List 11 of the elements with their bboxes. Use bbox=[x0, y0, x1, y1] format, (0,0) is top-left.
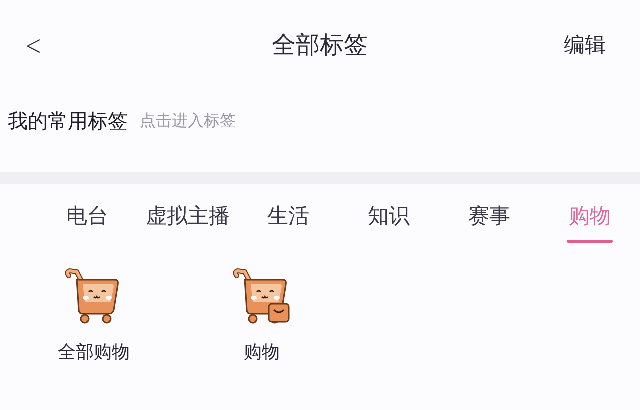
category-tab[interactable]: 虚拟主播 bbox=[138, 198, 238, 243]
category-tab[interactable]: 赛事 bbox=[439, 198, 540, 243]
section-title: 我的常用标签 bbox=[8, 108, 128, 134]
category-tab[interactable]: 电台 bbox=[37, 198, 138, 243]
edit-button[interactable]: 编辑 bbox=[564, 31, 606, 59]
tag-label[interactable]: 全部购物 bbox=[58, 340, 130, 364]
back-button[interactable]: < bbox=[26, 28, 42, 62]
page-title: 全部标签 bbox=[272, 31, 368, 59]
category-tab[interactable]: 知识 bbox=[338, 198, 439, 243]
tag-label[interactable]: 购物 bbox=[244, 340, 280, 364]
category-tab[interactable]: 生活 bbox=[238, 198, 338, 243]
